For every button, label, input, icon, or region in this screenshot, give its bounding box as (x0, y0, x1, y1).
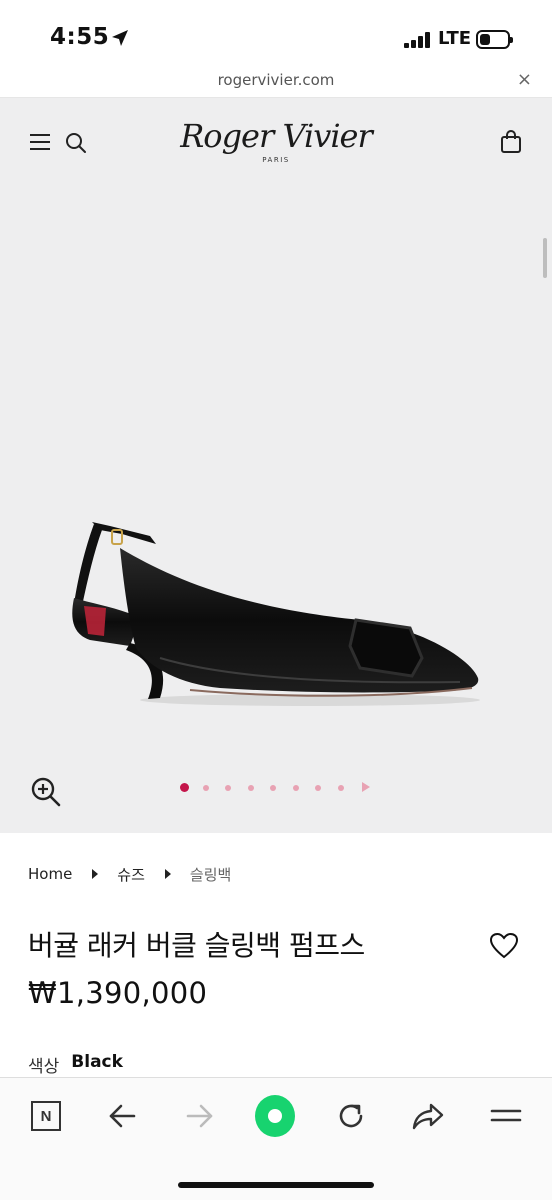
menu-button[interactable] (486, 1096, 526, 1136)
forward-arrow-icon (186, 1104, 213, 1128)
battery-level (480, 34, 490, 45)
pagination-dot[interactable] (247, 785, 254, 791)
naver-n-icon: N (31, 1101, 61, 1131)
pagination-dot-active[interactable] (180, 783, 189, 792)
home-indicator[interactable] (178, 1182, 374, 1188)
shopping-bag-icon[interactable] (500, 130, 522, 154)
pagination-dot[interactable] (315, 785, 321, 791)
close-icon[interactable]: × (517, 69, 532, 90)
signal-icon (404, 32, 432, 48)
menu-icon[interactable] (30, 134, 50, 150)
breadcrumb-shoes[interactable]: 슈즈 (117, 864, 145, 885)
product-price: ₩1,390,000 (28, 976, 208, 1010)
breadcrumb-separator-icon (92, 869, 99, 879)
url-text[interactable]: rogervivier.com (0, 71, 552, 89)
pagination-dot[interactable] (270, 785, 276, 791)
zoom-in-icon[interactable] (30, 776, 62, 808)
home-circle-icon (255, 1095, 295, 1137)
naver-n-button[interactable]: N (26, 1096, 66, 1136)
home-circle-inner (268, 1109, 282, 1123)
menu-lines-icon (490, 1109, 522, 1122)
brand-name: Roger Vivier (180, 117, 373, 155)
breadcrumb-separator-icon (164, 869, 171, 879)
status-bar: 4:55 LTE (0, 0, 552, 66)
breadcrumb-current[interactable]: 슬링백 (190, 864, 231, 885)
share-button[interactable] (408, 1096, 448, 1136)
pagination-dot[interactable] (292, 785, 299, 791)
brand-logo[interactable]: Roger Vivier PARIS (176, 112, 376, 182)
breadcrumb: Home 슈즈 슬링백 (28, 862, 231, 886)
product-image (72, 522, 480, 706)
color-value: Black (71, 1052, 123, 1072)
network-type: LTE (438, 28, 472, 49)
location-arrow-icon (112, 30, 128, 46)
battery-icon (476, 30, 513, 49)
reload-icon (339, 1104, 363, 1128)
browser-toolbar: N (0, 1077, 552, 1200)
heart-icon[interactable] (490, 933, 518, 959)
forward-button[interactable] (180, 1096, 220, 1136)
back-arrow-icon (109, 1104, 136, 1128)
url-bar[interactable]: rogervivier.com × (0, 66, 552, 98)
pagination-dot[interactable] (337, 785, 344, 791)
reload-button[interactable] (331, 1096, 371, 1136)
color-label: 색상 (28, 1057, 60, 1077)
pagination-dot[interactable] (225, 785, 231, 791)
home-button[interactable] (255, 1095, 295, 1137)
product-gallery[interactable]: Roger Vivier PARIS (0, 98, 552, 833)
gallery-pagination[interactable] (180, 782, 380, 796)
product-title: 버귤 래커 버클 슬링백 펌프스 (28, 929, 365, 962)
status-time: 4:55 (50, 24, 110, 50)
back-button[interactable] (102, 1096, 142, 1136)
pagination-dot[interactable] (202, 785, 209, 791)
color-selector[interactable]: 색상 Black (28, 1052, 123, 1077)
breadcrumb-home[interactable]: Home (28, 865, 72, 883)
share-icon (412, 1103, 444, 1130)
next-arrow-icon[interactable] (362, 782, 370, 792)
search-icon[interactable] (64, 131, 88, 155)
scrollbar[interactable] (543, 238, 547, 278)
